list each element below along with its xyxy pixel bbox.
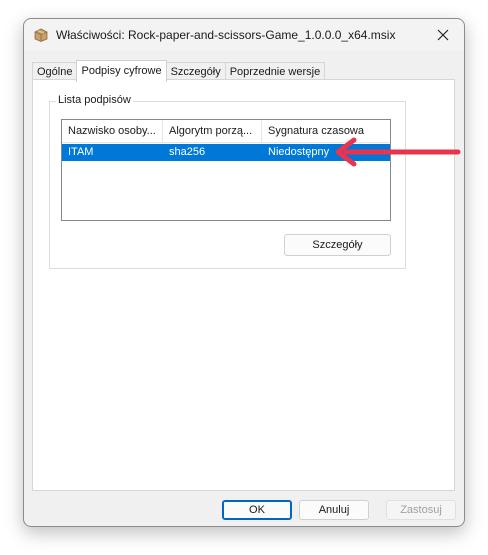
title-bar[interactable]: Właściwości: Rock-paper-and-scissors-Gam… (24, 19, 464, 51)
tab-digital-signatures[interactable]: Podpisy cyfrowe (76, 60, 167, 82)
close-icon (437, 29, 449, 41)
details-button[interactable]: Szczegóły (284, 234, 391, 256)
group-label: Lista podpisów (56, 94, 133, 106)
signature-list-group: Lista podpisów Nazwisko osoby... Algoryt… (49, 94, 406, 269)
column-header-algorithm[interactable]: Algorytm porzą... (163, 120, 262, 142)
list-item[interactable]: ITAM sha256 Niedostępny (62, 144, 390, 161)
column-header-timestamp[interactable]: Sygnatura czasowa (262, 120, 390, 142)
cell-timestamp: Niedostępny (268, 146, 330, 158)
window-title: Właściwości: Rock-paper-and-scissors-Gam… (56, 28, 396, 42)
cell-signer-name: ITAM (68, 146, 94, 158)
close-button[interactable] (428, 23, 458, 47)
tab-panel: Lista podpisów Nazwisko osoby... Algoryt… (32, 79, 455, 491)
list-header: Nazwisko osoby... Algorytm porzą... Sygn… (62, 120, 390, 143)
properties-dialog: Właściwości: Rock-paper-and-scissors-Gam… (23, 18, 465, 527)
ok-button[interactable]: OK (222, 500, 292, 520)
cell-algorithm: sha256 (169, 146, 206, 158)
tab-strip: Ogólne Podpisy cyfrowe Szczegóły Poprzed… (32, 60, 326, 82)
column-header-signer-name[interactable]: Nazwisko osoby... (62, 120, 163, 142)
package-icon (34, 28, 48, 42)
apply-button[interactable]: Zastosuj (386, 500, 456, 520)
cancel-button[interactable]: Anuluj (299, 500, 369, 520)
signature-list[interactable]: Nazwisko osoby... Algorytm porzą... Sygn… (61, 119, 391, 221)
